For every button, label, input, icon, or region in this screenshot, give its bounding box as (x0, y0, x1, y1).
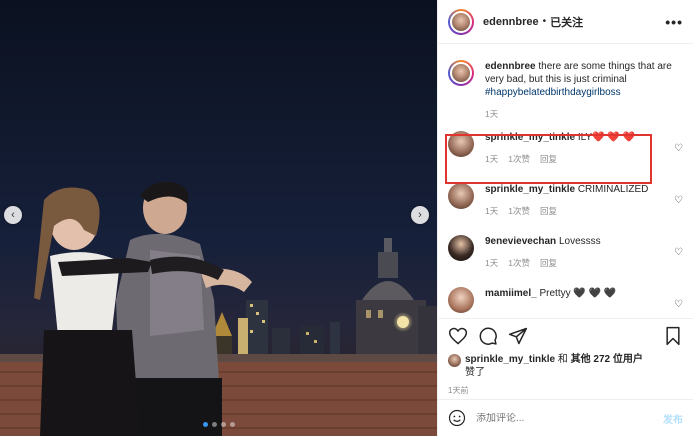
carousel-next-button[interactable]: › (411, 206, 429, 224)
chevron-left-icon: ‹ (11, 209, 15, 221)
author-username[interactable]: edennbree (483, 16, 539, 28)
post-actions: sprinkle_my_tinkle 和 其他 272 位用户 赞了 1天前 (438, 318, 693, 396)
likes-connector: 和 (555, 354, 571, 365)
comment-like-count[interactable]: 1次赞 (508, 205, 530, 218)
commenter-username[interactable]: mamiimel_ (485, 288, 537, 299)
like-comment-icon[interactable]: ♡ (674, 143, 683, 154)
commenter-username[interactable]: sprinkle_my_tinkle (485, 184, 575, 195)
comment-text: Prettyy 🖤 🖤 🖤 (539, 288, 617, 299)
liker-avatar[interactable] (448, 354, 461, 367)
reply-button[interactable]: 回复 (540, 205, 557, 218)
comment-item: sprinkle_my_tinkle ILY❤️ ❤️ ❤️ 1天 1次赞 回复… (448, 131, 683, 166)
caption: edennbree there are some things that are… (448, 60, 683, 121)
comment-text: Lovessss (558, 236, 601, 247)
commenter-username[interactable]: sprinkle_my_tinkle (485, 132, 575, 143)
comment-like-count[interactable]: 1次赞 (508, 153, 530, 166)
comment-input[interactable] (476, 412, 663, 424)
commenter-avatar[interactable] (448, 235, 474, 261)
commenter-username[interactable]: 9enevievechan (485, 236, 556, 247)
comment-item: sprinkle_my_tinkle CRIMINALIZED 1天 1次赞 回… (448, 183, 683, 218)
comment-time: 1天 (485, 154, 499, 164)
instagram-post-view: ‹ › edennbree • 已关注 ••• edennbree there … (0, 0, 693, 436)
add-comment-bar: 发布 (438, 399, 693, 436)
reply-button[interactable]: 回复 (540, 153, 557, 166)
carousel-dot (220, 422, 226, 427)
likes-suffix: 赞了 (465, 367, 485, 378)
comment-icon[interactable] (478, 326, 498, 346)
like-comment-icon[interactable]: ♡ (674, 195, 683, 206)
photo-scene (0, 0, 437, 436)
reply-button[interactable]: 回复 (540, 257, 557, 270)
comment-like-count[interactable]: 1次赞 (508, 257, 530, 270)
carousel-dot (229, 422, 235, 427)
chevron-right-icon: › (418, 209, 422, 221)
comment-text: ILY❤️ ❤️ ❤️ (577, 132, 636, 143)
commenter-avatar[interactable] (448, 131, 474, 157)
like-comment-icon[interactable]: ♡ (674, 247, 683, 258)
comment-item: 9enevievechan Lovessss 1天 1次赞 回复 ♡ (448, 235, 683, 270)
carousel-dot (202, 422, 208, 427)
commenter-avatar[interactable] (448, 183, 474, 209)
caption-time: 1天 (485, 109, 499, 119)
caption-avatar[interactable] (448, 60, 474, 86)
comment-time: 1天 (485, 258, 499, 268)
post-side-panel: edennbree • 已关注 ••• edennbree there are … (437, 0, 693, 436)
likes-summary: sprinkle_my_tinkle 和 其他 272 位用户 赞了 (448, 353, 683, 379)
commenter-avatar[interactable] (448, 287, 474, 313)
author-avatar[interactable] (448, 8, 474, 35)
caption-username[interactable]: edennbree (485, 61, 536, 72)
emoji-icon[interactable] (448, 409, 466, 427)
follow-status-button[interactable]: 已关注 (550, 14, 583, 30)
post-timestamp: 1天前 (448, 386, 469, 395)
caption-hashtag-link[interactable]: #happybelatedbirthdaygirlboss (485, 87, 621, 98)
like-comment-icon[interactable]: ♡ (674, 299, 683, 310)
post-photo[interactable]: ‹ › (0, 0, 437, 436)
heart-icon[interactable] (448, 326, 468, 346)
carousel-indicator (0, 422, 437, 427)
post-header: edennbree • 已关注 ••• (438, 0, 693, 44)
liker-username[interactable]: sprinkle_my_tinkle (465, 354, 555, 365)
comment-text: CRIMINALIZED (577, 184, 649, 195)
action-bar (448, 323, 683, 349)
caption-meta: 1天 (485, 108, 683, 121)
header-separator: • (542, 16, 547, 27)
post-comment-button[interactable]: 发布 (663, 411, 683, 426)
more-options-icon[interactable]: ••• (665, 14, 683, 30)
bookmark-icon[interactable] (663, 326, 683, 346)
share-icon[interactable] (508, 326, 528, 346)
carousel-prev-button[interactable]: ‹ (4, 206, 22, 224)
likes-others-link[interactable]: 其他 272 位用户 (571, 354, 643, 365)
comments-list[interactable]: edennbree there are some things that are… (438, 44, 693, 314)
comment-time: 1天 (485, 206, 499, 216)
comment-item: mamiimel_ Prettyy 🖤 🖤 🖤 ♡ (448, 287, 683, 313)
carousel-dot (211, 422, 217, 427)
